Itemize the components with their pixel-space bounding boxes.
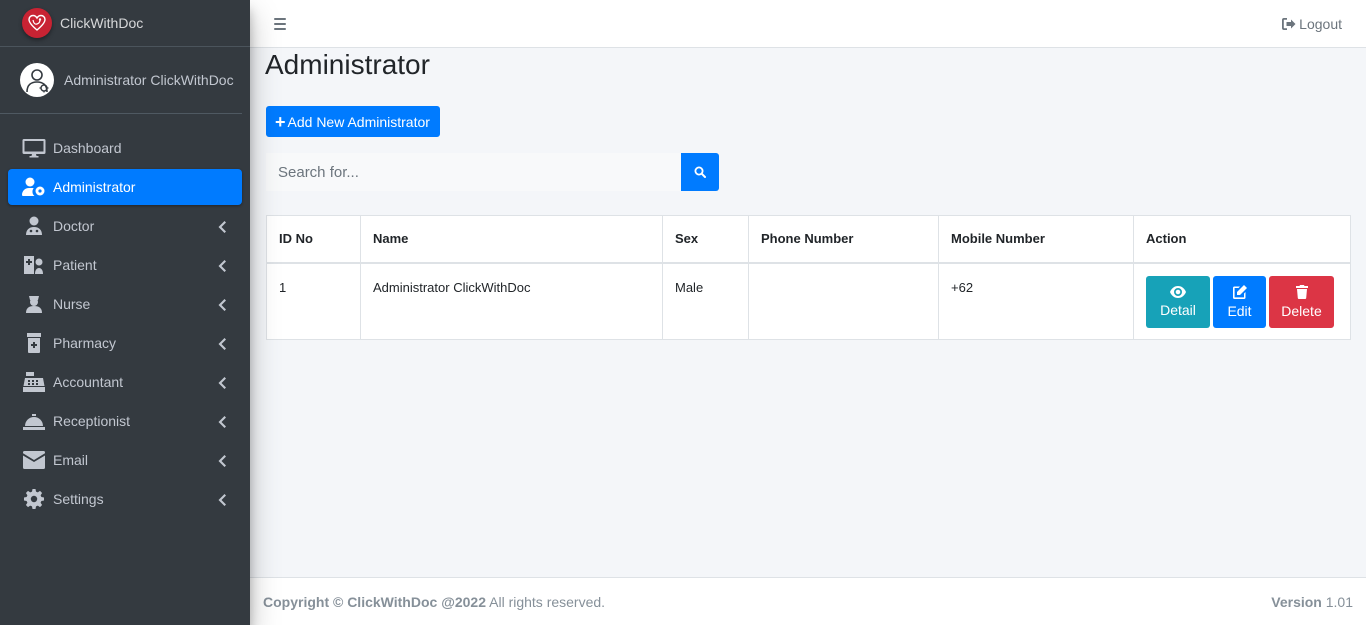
sign-out-icon	[1282, 17, 1296, 30]
footer-version: Version 1.01	[1271, 594, 1353, 610]
delete-label: Delete	[1281, 302, 1322, 319]
sidebar-item-doctor[interactable]: Doctor	[8, 208, 242, 244]
heart-stethoscope-icon	[22, 8, 52, 38]
gear-icon	[22, 489, 46, 509]
footer-copyright: Copyright © ClickWithDoc @2022 All right…	[263, 594, 605, 610]
user-name: Administrator ClickWithDoc	[64, 72, 234, 88]
sidebar-item-label: Settings	[53, 491, 104, 507]
sidebar-item-settings[interactable]: Settings	[8, 481, 242, 517]
table-row: 1 Administrator ClickWithDoc Male +62 De…	[266, 262, 1351, 340]
search-icon	[694, 166, 706, 178]
sidebar-item-administrator[interactable]: Administrator	[8, 169, 242, 205]
cell-action: Detail Edit Delete	[1133, 262, 1351, 340]
sidebar-item-label: Dashboard	[53, 140, 122, 156]
edit-button[interactable]: Edit	[1213, 275, 1266, 328]
main-content: Administrator + Add New Administrator ID…	[250, 48, 1366, 577]
sidebar-item-accountant[interactable]: Accountant	[8, 364, 242, 400]
desktop-icon	[22, 138, 46, 158]
doctor-avatar-icon	[20, 63, 54, 97]
trash-icon	[1295, 284, 1308, 299]
sidebar-item-label: Doctor	[53, 218, 95, 234]
footer: Copyright © ClickWithDoc @2022 All right…	[250, 577, 1366, 625]
cell-sex: Male	[662, 262, 749, 340]
column-header-sex: Sex	[662, 215, 749, 264]
column-header-id: ID No	[266, 215, 361, 264]
delete-button[interactable]: Delete	[1269, 275, 1334, 328]
chevron-left-icon	[218, 337, 226, 350]
user-nurse-icon	[22, 294, 46, 314]
rights-text: All rights reserved.	[489, 593, 606, 610]
user-panel[interactable]: Administrator ClickWithDoc	[0, 47, 242, 114]
eye-icon	[1170, 285, 1186, 298]
chevron-left-icon	[218, 493, 226, 506]
search-input[interactable]	[266, 153, 681, 191]
cell-phone	[748, 262, 939, 340]
plus-icon: +	[275, 111, 286, 132]
sidebar-item-label: Patient	[53, 257, 97, 273]
administrator-table: ID No Name Sex Phone Number Mobile Numbe…	[266, 215, 1351, 340]
chevron-left-icon	[218, 415, 226, 428]
table-header-row: ID No Name Sex Phone Number Mobile Numbe…	[266, 215, 1351, 264]
logout-link[interactable]: Logout	[1282, 16, 1342, 32]
sidebar-item-label: Nurse	[53, 296, 91, 312]
sidebar: ClickWithDoc Administrator ClickWithDoc …	[0, 0, 250, 625]
cell-name: Administrator ClickWithDoc	[360, 262, 663, 340]
envelope-icon	[22, 450, 46, 470]
cell-mobile: +62	[938, 262, 1134, 340]
chevron-left-icon	[218, 220, 226, 233]
copyright-text: Copyright © ClickWithDoc @2022	[263, 593, 486, 610]
column-header-mobile: Mobile Number	[938, 215, 1134, 264]
version-value: 1.01	[1325, 593, 1353, 610]
sidebar-item-receptionist[interactable]: Receptionist	[8, 403, 242, 439]
sidebar-item-nurse[interactable]: Nurse	[8, 286, 242, 322]
edit-icon	[1232, 284, 1247, 299]
sidebar-item-label: Pharmacy	[53, 335, 117, 351]
search-bar	[266, 153, 719, 191]
action-buttons: Detail Edit Delete	[1146, 275, 1338, 328]
brand-name: ClickWithDoc	[60, 15, 144, 31]
column-header-phone: Phone Number	[748, 215, 939, 264]
sidebar-nav: Dashboard Administrator Doctor Patient N…	[0, 114, 250, 517]
logout-label: Logout	[1299, 15, 1342, 32]
brand-link[interactable]: ClickWithDoc	[0, 0, 250, 47]
edit-label: Edit	[1227, 302, 1252, 319]
prescription-bottle-icon	[22, 333, 46, 353]
search-button[interactable]	[681, 153, 719, 191]
chevron-left-icon	[218, 454, 226, 467]
add-new-administrator-button[interactable]: + Add New Administrator	[266, 106, 440, 137]
add-button-label: Add New Administrator	[287, 113, 430, 130]
sidebar-item-email[interactable]: Email	[8, 442, 242, 478]
column-header-name: Name	[360, 215, 663, 264]
hospital-user-icon	[22, 255, 46, 275]
hamburger-menu-icon[interactable]	[272, 17, 288, 31]
sidebar-item-pharmacy[interactable]: Pharmacy	[8, 325, 242, 361]
chevron-left-icon	[218, 298, 226, 311]
sidebar-item-patient[interactable]: Patient	[8, 247, 242, 283]
chevron-left-icon	[218, 376, 226, 389]
top-navbar: Logout	[250, 0, 1366, 48]
version-label: Version	[1271, 593, 1322, 610]
page-title: Administrator	[265, 49, 430, 80]
sidebar-item-label: Email	[53, 452, 89, 468]
detail-button[interactable]: Detail	[1146, 275, 1210, 328]
sidebar-item-dashboard[interactable]: Dashboard	[8, 130, 242, 166]
user-cog-icon	[22, 177, 46, 197]
cell-id: 1	[266, 262, 361, 340]
sidebar-item-label: Administrator	[53, 179, 136, 195]
cash-register-icon	[22, 372, 46, 392]
user-md-icon	[22, 216, 46, 236]
sidebar-item-label: Accountant	[53, 374, 124, 390]
concierge-bell-icon	[22, 411, 46, 431]
column-header-action: Action	[1133, 215, 1351, 264]
sidebar-item-label: Receptionist	[53, 413, 131, 429]
detail-label: Detail	[1160, 301, 1196, 318]
chevron-left-icon	[218, 259, 226, 272]
